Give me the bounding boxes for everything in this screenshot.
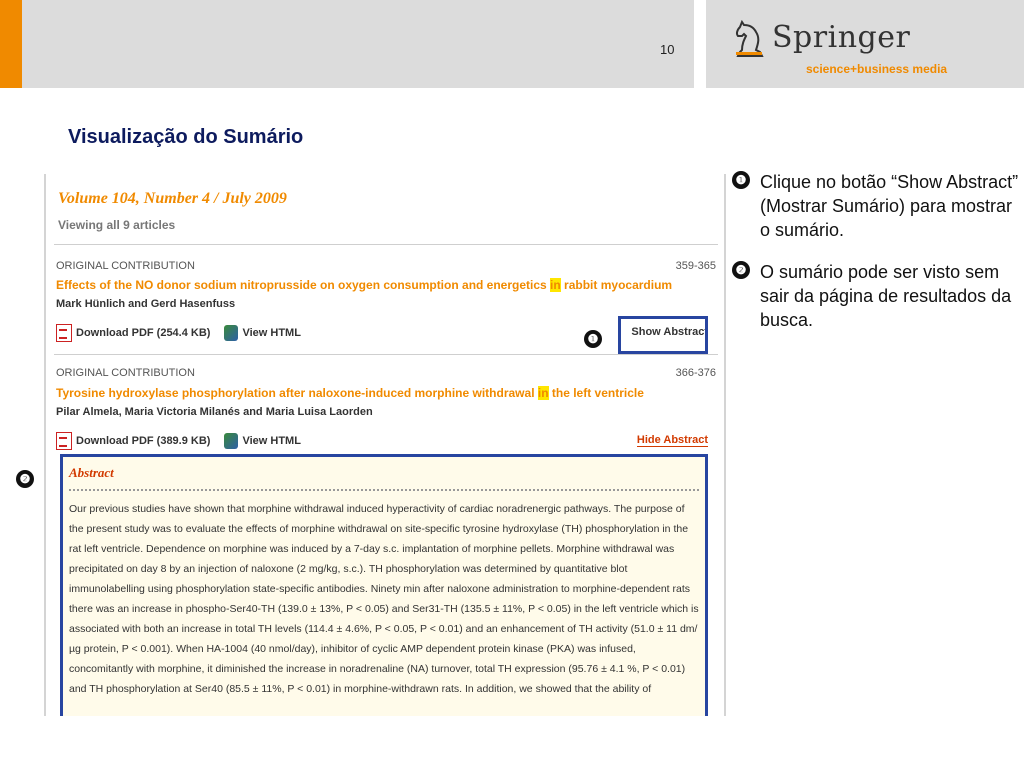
title-text: rabbit myocardium bbox=[560, 278, 673, 292]
step-1-marker: ❶ bbox=[584, 330, 602, 348]
logo-tagline: science+business media bbox=[806, 62, 948, 76]
instruction-text: O sumário pode ser visto sem sair da pág… bbox=[760, 262, 1012, 330]
article-authors: Mark Hünlich and Gerd Hasenfuss bbox=[56, 298, 236, 310]
springer-logo: Springer science+business media bbox=[732, 14, 992, 80]
search-term-highlight: in bbox=[537, 386, 549, 400]
hide-abstract-button[interactable]: Hide Abstract bbox=[636, 434, 708, 447]
article-pages: 366-376 bbox=[675, 367, 716, 379]
article-type: ORIGINAL CONTRIBUTION bbox=[56, 260, 195, 272]
step-2-marker: ❷ bbox=[16, 470, 34, 488]
article-pages: 359-365 bbox=[675, 260, 716, 272]
instruction-step-1: ❶ Clique no botão “Show Abstract” (Mostr… bbox=[732, 170, 1022, 242]
view-html-link[interactable]: View HTML bbox=[242, 435, 300, 447]
abstract-heading: Abstract bbox=[69, 465, 114, 480]
divider bbox=[54, 354, 718, 355]
logo-brand: Springer bbox=[772, 20, 911, 55]
orange-accent-bar bbox=[0, 0, 22, 88]
title-text: Effects of the NO donor sodium nitroprus… bbox=[56, 278, 551, 292]
html-icon bbox=[224, 325, 239, 341]
slide-title: Visualização do Sumário bbox=[68, 126, 304, 148]
instructions: ❶ Clique no botão “Show Abstract” (Mostr… bbox=[732, 170, 1022, 350]
volume-title[interactable]: Volume 104, Number 4 / July 2009 bbox=[58, 190, 287, 208]
article-actions: Download PDF (389.9 KB) View HTML bbox=[56, 432, 301, 450]
article-title-link[interactable]: Tyrosine hydroxylase phosphorylation aft… bbox=[56, 386, 644, 400]
search-results-screenshot: Volume 104, Number 4 / July 2009 Viewing… bbox=[44, 174, 726, 716]
title-text: the left ventricle bbox=[548, 386, 644, 400]
step-2-marker: ❷ bbox=[732, 261, 750, 279]
step-1-marker: ❶ bbox=[732, 171, 750, 189]
logo-underline bbox=[736, 52, 762, 55]
page-number: 10 bbox=[660, 42, 675, 57]
view-html-link[interactable]: View HTML bbox=[242, 327, 300, 339]
download-pdf-link[interactable]: Download PDF (389.9 KB) bbox=[76, 435, 210, 447]
article-title-link[interactable]: Effects of the NO donor sodium nitroprus… bbox=[56, 278, 672, 292]
viewing-count: Viewing all 9 articles bbox=[58, 218, 176, 232]
pdf-icon bbox=[56, 324, 72, 342]
show-abstract-highlight-box bbox=[618, 316, 708, 354]
abstract-panel: Abstract Our previous studies have shown… bbox=[60, 454, 708, 716]
instruction-text: Clique no botão “Show Abstract” (Mostrar… bbox=[760, 172, 1019, 240]
header-band bbox=[22, 0, 694, 88]
pdf-icon bbox=[56, 432, 72, 450]
abstract-text: Our previous studies have shown that mor… bbox=[69, 503, 699, 695]
divider bbox=[54, 244, 718, 245]
search-term-highlight: in bbox=[550, 278, 561, 292]
article-type: ORIGINAL CONTRIBUTION bbox=[56, 367, 195, 379]
article-actions: Download PDF (254.4 KB) View HTML bbox=[56, 324, 301, 342]
instruction-step-2: ❷ O sumário pode ser visto sem sair da p… bbox=[732, 260, 1022, 332]
download-pdf-link[interactable]: Download PDF (254.4 KB) bbox=[76, 327, 210, 339]
html-icon bbox=[224, 433, 239, 449]
article-authors: Pilar Almela, Maria Victoria Milanés and… bbox=[56, 406, 373, 418]
title-text: Tyrosine hydroxylase phosphorylation aft… bbox=[56, 386, 538, 400]
abstract-divider bbox=[69, 489, 699, 491]
